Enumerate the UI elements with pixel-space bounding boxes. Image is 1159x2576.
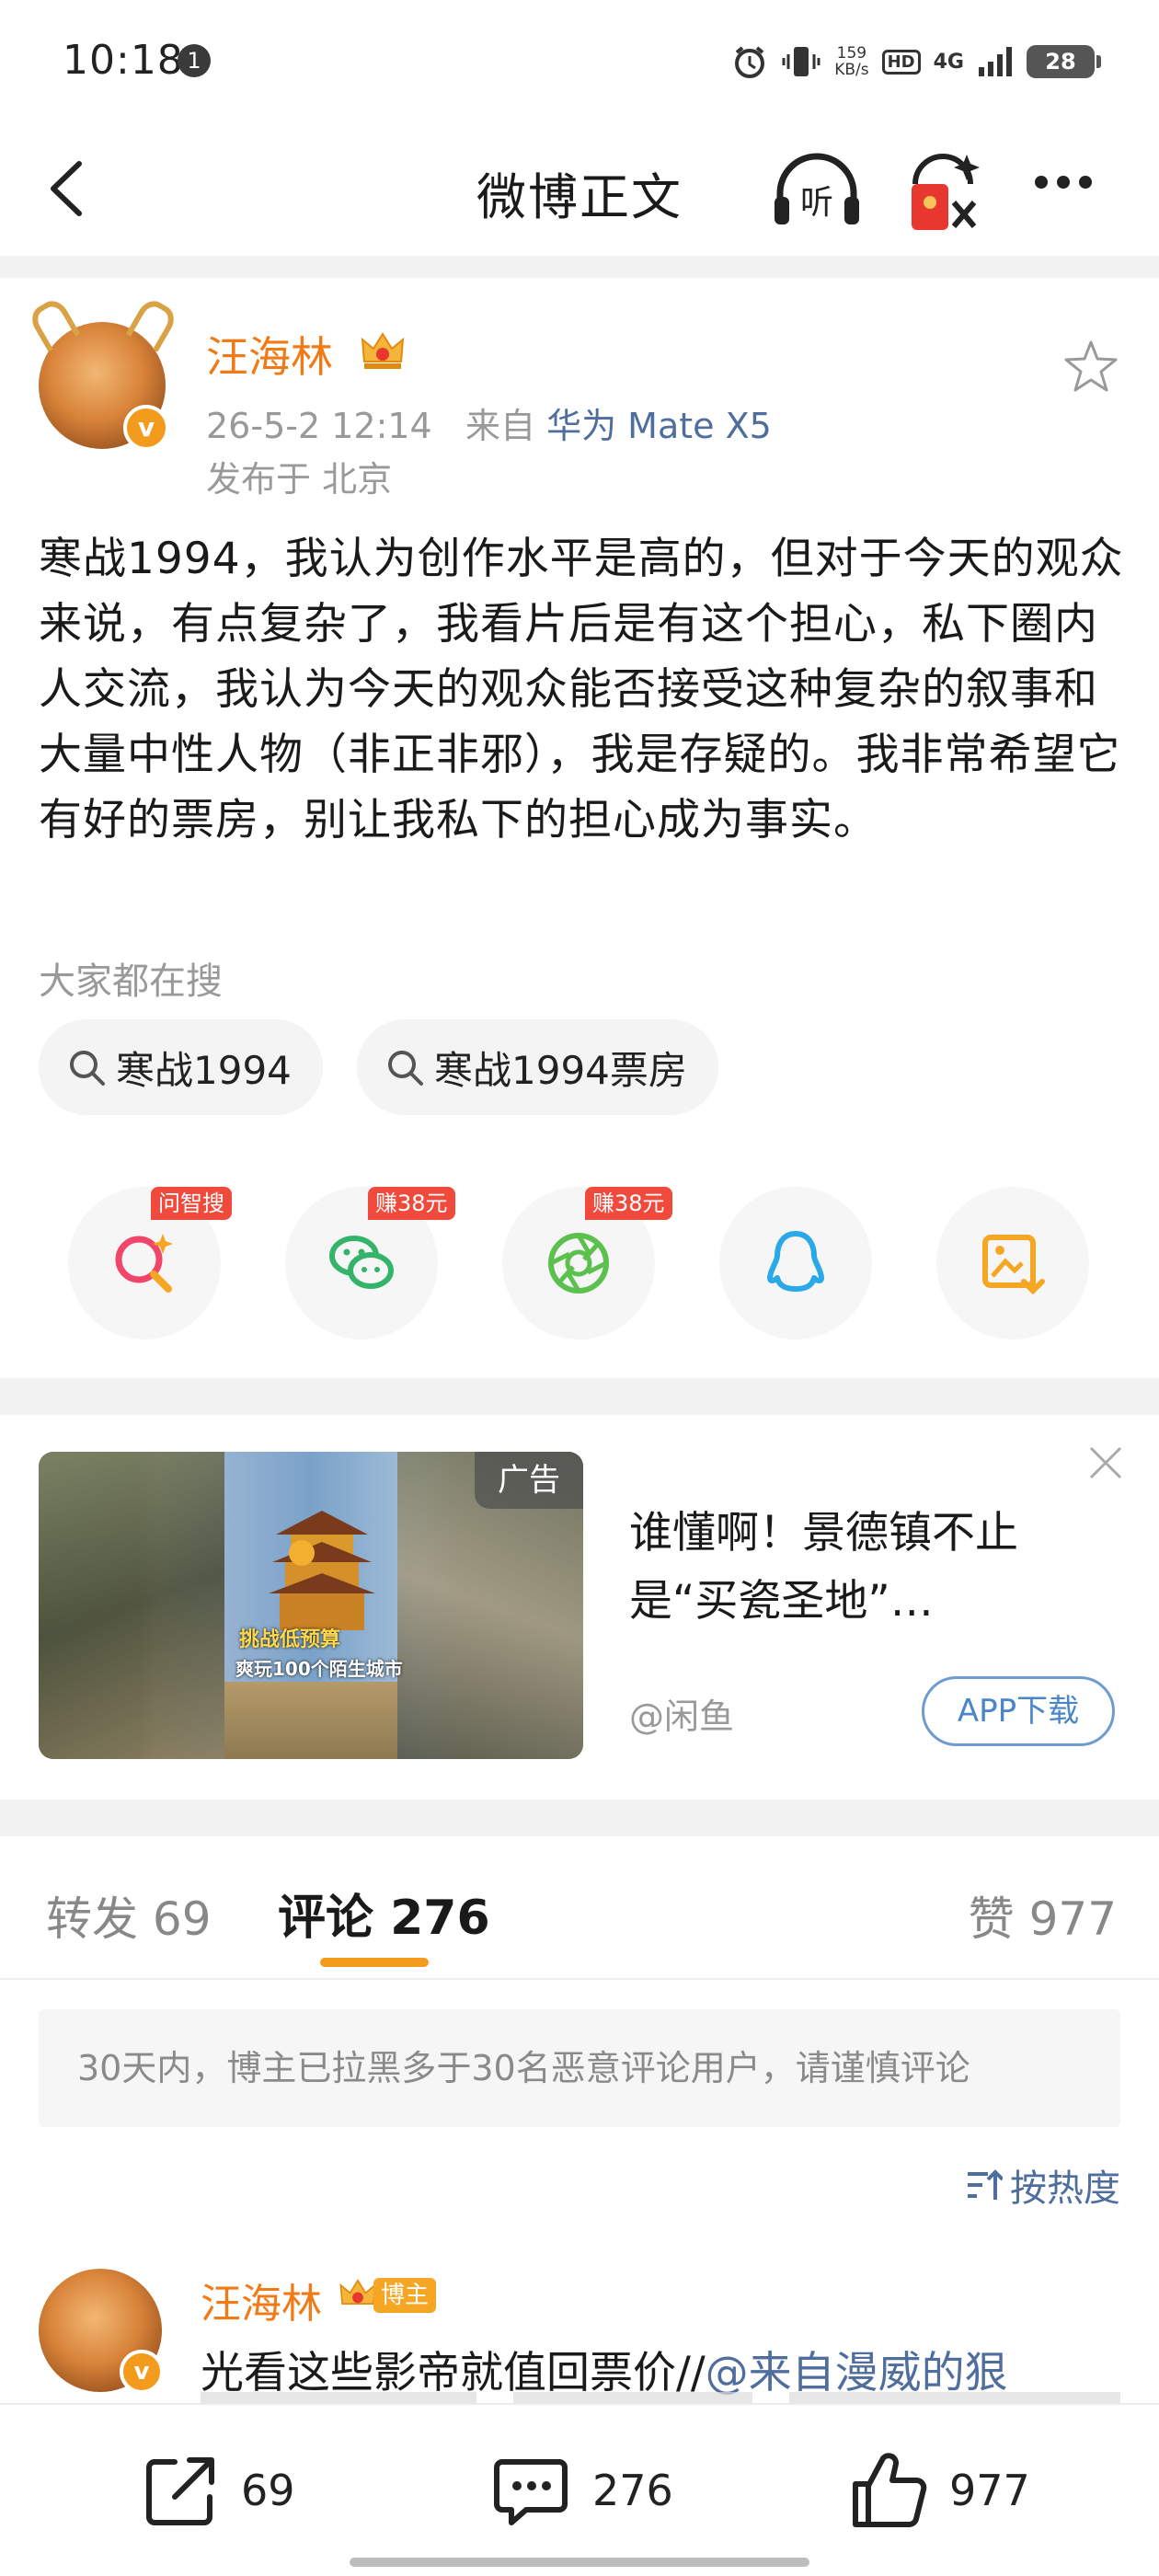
wechat-icon: [329, 1236, 394, 1289]
comment-button[interactable]: 276: [489, 2449, 673, 2532]
hd-icon: HD: [881, 49, 921, 75]
tab-likes[interactable]: 赞 977: [969, 1882, 1117, 1949]
ad-image-caption-2: 爽玩100个陌生城市: [235, 1658, 403, 1680]
notification-badge: 1: [178, 44, 211, 77]
author-avatar[interactable]: v: [26, 295, 180, 451]
active-tab-indicator: [320, 1958, 429, 1967]
moments-icon: [548, 1233, 609, 1294]
verified-badge: v: [120, 2350, 164, 2394]
sort-label: 按热度: [1010, 2168, 1120, 2210]
ai-search-icon: [115, 1234, 173, 1293]
status-time: 10:18: [63, 37, 184, 84]
search-chip-1[interactable]: 寒战1994: [39, 1019, 323, 1115]
post-meta: 26-5-2 12:14 来自 华为 Mate X5: [206, 397, 772, 448]
divider: [0, 1800, 1159, 1836]
post-location: 发布于 北京: [206, 459, 393, 500]
ad-source[interactable]: @闲鱼: [629, 1688, 734, 1739]
comment-avatar[interactable]: v: [39, 2269, 164, 2394]
app-download-button[interactable]: APP下载: [922, 1676, 1115, 1746]
divider: [0, 256, 1159, 278]
repost-icon: [146, 2457, 214, 2525]
divider: [0, 1378, 1159, 1415]
network-type: 4G: [933, 50, 964, 74]
share-qq-button[interactable]: [719, 1187, 872, 1340]
listen-icon[interactable]: 听: [771, 149, 863, 232]
signal-icon: [979, 47, 1012, 76]
top-nav: 微博正文 听: [0, 120, 1159, 258]
net-speed-unit: KB/s: [834, 61, 869, 79]
save-image-icon: [982, 1235, 1045, 1295]
comment-mention[interactable]: @来自漫威的狠: [706, 2348, 1008, 2398]
share-save-image-button[interactable]: [936, 1187, 1089, 1340]
author-name[interactable]: 汪海林: [206, 324, 333, 385]
tab-comments[interactable]: 评论 276: [278, 1879, 490, 1948]
status-icons: 159 KB/s HD 4G 28: [731, 39, 1101, 85]
post-time: 26-5-2 12:14: [206, 406, 432, 446]
verified-badge: v: [123, 405, 169, 451]
listen-label: 听: [800, 184, 833, 222]
page-title: 微博正文: [476, 168, 683, 226]
divider: [0, 1978, 1159, 1980]
comment-text: 光看这些影帝就值回票价//@来自漫威的狠: [201, 2337, 1008, 2400]
share-tag-moments: 赚38元: [585, 1187, 672, 1220]
sort-by-hot-button[interactable]: 按热度: [964, 2158, 1120, 2212]
red-packet-icon[interactable]: [906, 147, 983, 236]
qq-icon: [767, 1231, 824, 1292]
search-icon: [70, 1051, 105, 1086]
comment-overflow-text: [201, 2392, 1120, 2403]
share-tag-ai: 问智搜: [151, 1187, 232, 1220]
ad-image-caption-1: 挑战低预算: [239, 1628, 341, 1651]
close-icon[interactable]: [1085, 1443, 1126, 1483]
net-speed: 159 KB/s: [834, 45, 868, 78]
post-device[interactable]: 华为 Mate X5: [546, 406, 772, 446]
post-body: 寒战1994，我认为创作水平是高的，但对于今天的观众来说，有点复杂了，我看片后是…: [39, 534, 1124, 845]
share-tag-wechat: 赚38元: [368, 1187, 455, 1220]
comment-author-name[interactable]: 汪海林: [201, 2271, 322, 2329]
ad-title[interactable]: 谁懂啊！景德镇不止是“买瓷圣地”…: [629, 1500, 1126, 1636]
home-indicator[interactable]: [350, 2558, 809, 2567]
tab-reposts[interactable]: 转发 69: [46, 1882, 212, 1949]
author-badge: 博主: [373, 2278, 437, 2313]
search-chip-label: 寒战1994: [116, 1047, 292, 1093]
pagoda-illustration: [269, 1511, 375, 1630]
search-hint-label: 大家都在搜: [39, 960, 223, 1003]
comment-count: 276: [592, 2466, 673, 2515]
search-icon: [388, 1051, 423, 1086]
repost-count: 69: [241, 2466, 295, 2515]
bottom-action-bar: 69 276 977: [0, 2403, 1159, 2576]
crown-icon: [361, 332, 405, 369]
like-button[interactable]: 977: [846, 2449, 1030, 2532]
more-icon[interactable]: [1035, 175, 1108, 202]
comment-body: 光看这些影帝就值回票价//: [201, 2348, 706, 2398]
favorite-star-icon[interactable]: [1062, 339, 1119, 394]
ad-tag: 广告: [475, 1452, 583, 1509]
search-chip-2[interactable]: 寒战1994票房: [357, 1019, 718, 1115]
status-bar: 10:18 1 159 KB/s HD 4G 28: [0, 0, 1159, 120]
comment-icon: [494, 2459, 568, 2525]
battery-icon: 28: [1027, 45, 1101, 78]
post-source-prefix: 来自: [465, 406, 535, 446]
vibrate-icon: [782, 47, 820, 76]
comment-notice: 30天内，博主已拉黑多于30名恶意评论用户，请谨慎评论: [39, 2009, 1120, 2127]
like-count: 977: [949, 2466, 1030, 2515]
thumbs-up-icon: [853, 2453, 927, 2527]
net-speed-value: 159: [836, 44, 867, 63]
alarm-icon: [735, 46, 765, 78]
sort-icon: [968, 2169, 1003, 2200]
repost-button[interactable]: 69: [138, 2449, 295, 2532]
search-chip-label: 寒战1994票房: [434, 1047, 687, 1093]
